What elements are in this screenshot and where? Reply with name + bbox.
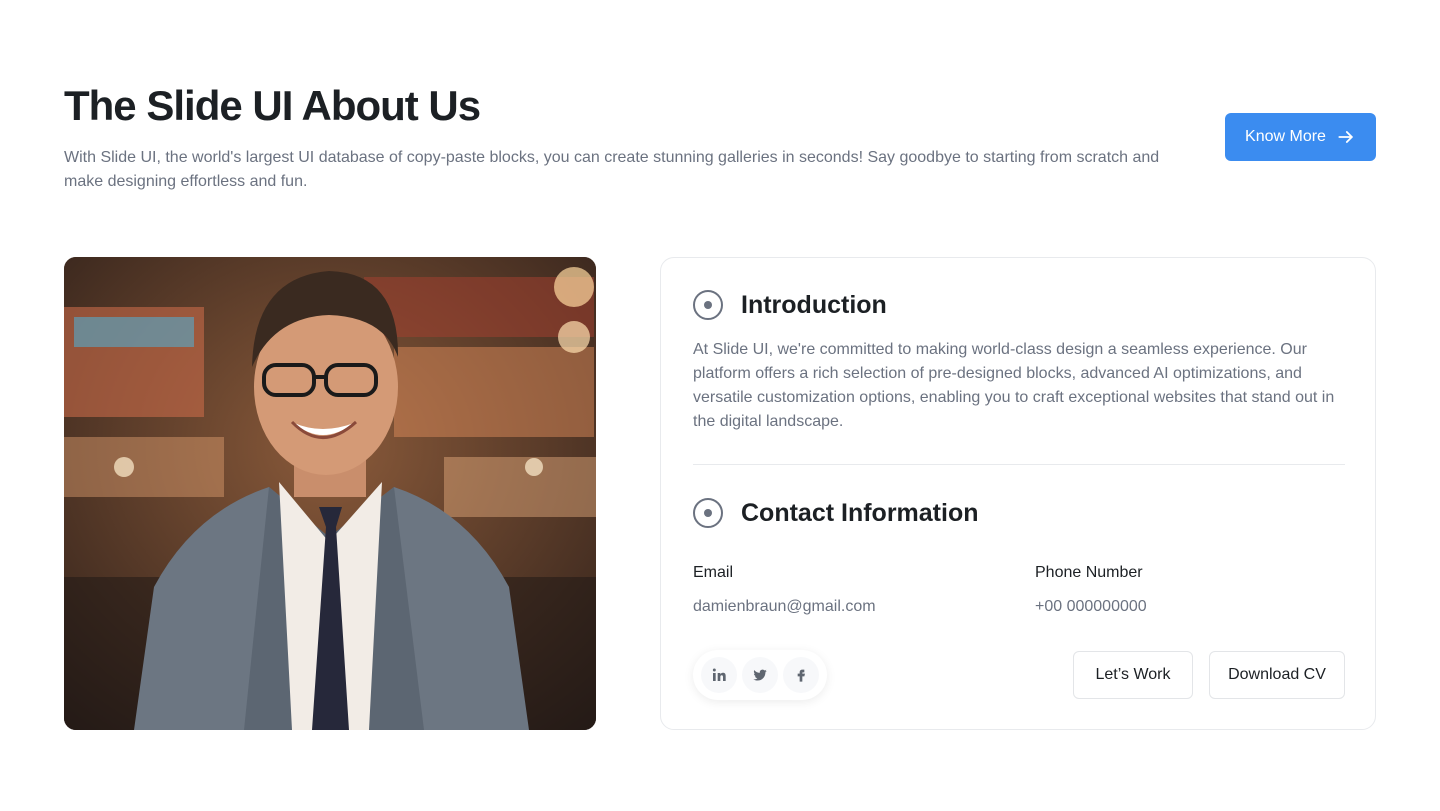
introduction-text: At Slide UI, we're committed to making w…	[693, 341, 1335, 430]
know-more-label: Know More	[1245, 128, 1326, 145]
arrow-right-icon	[1338, 131, 1353, 143]
introduction-title: Introduction	[741, 290, 887, 319]
phone-label: Phone Number	[1035, 564, 1143, 581]
page-title: The Slide UI About Us	[64, 82, 481, 129]
lets-work-button[interactable]: Let’s Work	[1073, 651, 1193, 699]
profile-photo	[64, 257, 596, 730]
section-divider	[693, 464, 1345, 465]
about-page: The Slide UI About Us With Slide UI, the…	[0, 0, 1440, 811]
download-cv-button[interactable]: Download CV	[1209, 651, 1345, 699]
email-value[interactable]: damienbraun@gmail.com	[693, 598, 876, 616]
phone-value: +00 000000000	[1035, 598, 1147, 615]
twitter-icon[interactable]	[741, 657, 778, 693]
linkedin-icon[interactable]	[701, 657, 738, 693]
contact-title: Contact Information	[741, 498, 979, 527]
contact-header: Contact Information	[693, 498, 979, 528]
introduction-header: Introduction	[693, 290, 887, 320]
social-links	[693, 650, 827, 700]
radio-circle-icon	[693, 290, 723, 320]
info-card: Introduction At Slide UI, we're committe…	[660, 257, 1376, 730]
facebook-icon[interactable]	[782, 657, 819, 693]
know-more-button[interactable]: Know More	[1225, 113, 1376, 161]
radio-circle-icon	[693, 498, 723, 528]
email-label: Email	[693, 564, 734, 581]
page-description: With Slide UI, the world's largest UI da…	[64, 149, 1160, 190]
